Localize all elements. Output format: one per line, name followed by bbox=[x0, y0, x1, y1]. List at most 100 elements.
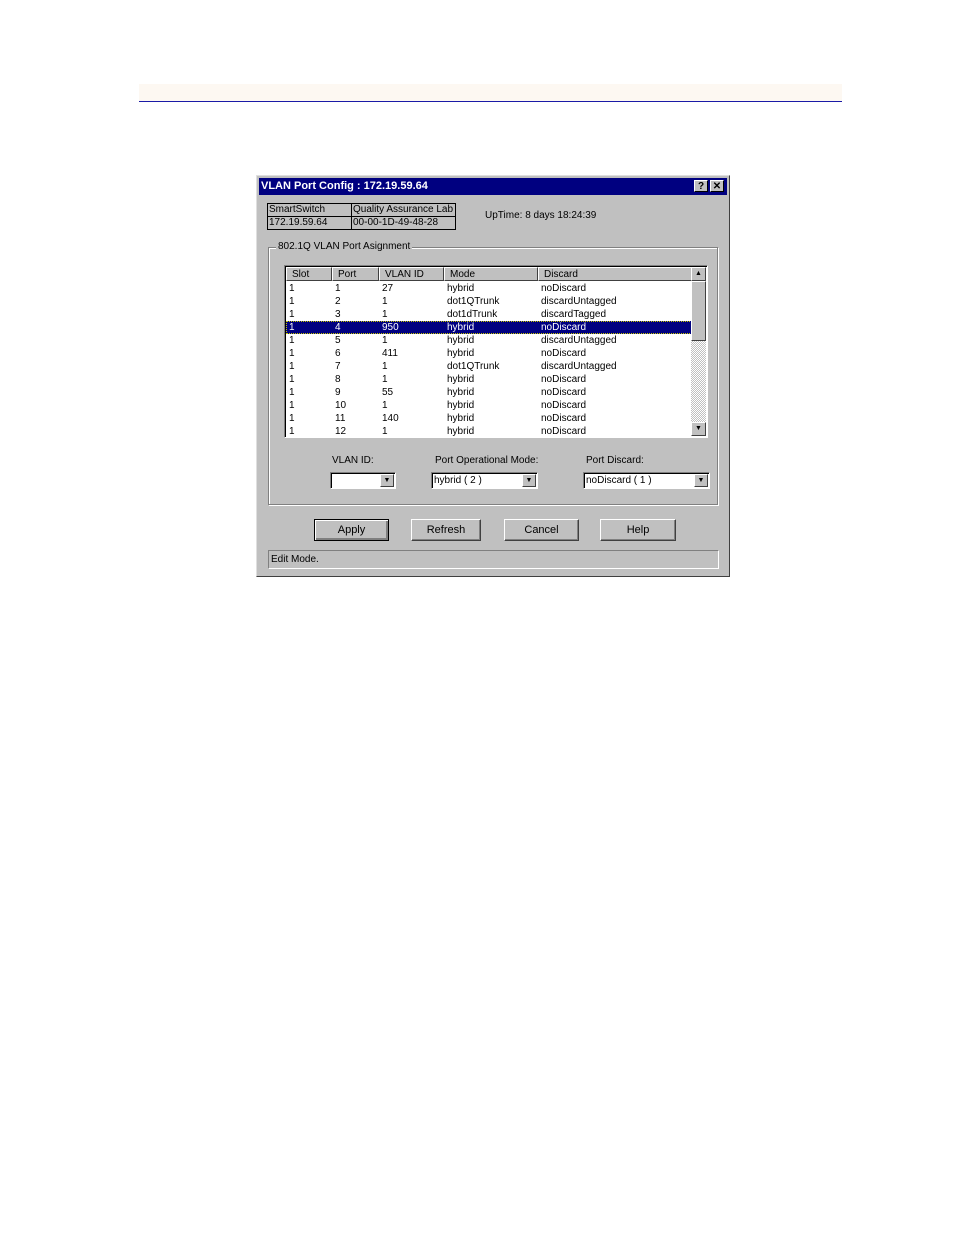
cell-slot: 1 bbox=[289, 400, 295, 411]
cell-discard: noDiscard bbox=[541, 374, 587, 385]
cell-discard: discardUntagged bbox=[541, 335, 617, 346]
arrow-down-icon: ▼ bbox=[695, 425, 702, 432]
cell-discard: discardUntagged bbox=[541, 361, 617, 372]
cell-slot: 1 bbox=[289, 283, 295, 294]
vlan-port-assignment-group: 802.1Q VLAN Port Asignment Slot Port VLA… bbox=[268, 241, 718, 505]
table-row[interactable]: 1 4 950 hybrid noDiscard bbox=[286, 321, 692, 334]
cell-mode: hybrid bbox=[447, 374, 475, 385]
cell-port: 10 bbox=[335, 400, 347, 411]
port-discard-dropdown-button[interactable]: ▼ bbox=[694, 474, 708, 487]
cell-discard: noDiscard bbox=[541, 387, 587, 398]
cell-vlan-id: 55 bbox=[382, 387, 394, 398]
table-row[interactable]: 1 9 55 hybrid noDiscard bbox=[286, 386, 692, 399]
cell-slot: 1 bbox=[289, 296, 295, 307]
cell-mode: hybrid bbox=[447, 387, 475, 398]
table-row[interactable]: 1 5 1 hybrid discardUntagged bbox=[286, 334, 692, 347]
cell-vlan-id: 1 bbox=[382, 296, 388, 307]
help-button[interactable]: Help bbox=[600, 519, 676, 541]
cell-slot: 1 bbox=[289, 413, 295, 424]
device-location: Quality Assurance Lab bbox=[351, 203, 456, 217]
vertical-scrollbar[interactable]: ▲ ▼ bbox=[691, 267, 706, 436]
cell-vlan-id: 1 bbox=[382, 426, 388, 437]
cell-port: 2 bbox=[335, 296, 341, 307]
cell-discard: noDiscard bbox=[541, 413, 587, 424]
uptime-label: UpTime: 8 days 18:24:39 bbox=[485, 210, 597, 221]
apply-button[interactable]: Apply bbox=[314, 519, 389, 541]
cell-mode: hybrid bbox=[447, 335, 475, 346]
cell-vlan-id: 1 bbox=[382, 335, 388, 346]
cancel-button[interactable]: Cancel bbox=[504, 519, 579, 541]
vlan-id-dropdown-button[interactable]: ▼ bbox=[380, 474, 394, 487]
column-header-vlan-id[interactable]: VLAN ID bbox=[379, 267, 444, 281]
cell-slot: 1 bbox=[289, 361, 295, 372]
scroll-up-button[interactable]: ▲ bbox=[691, 267, 706, 281]
vlan-id-combo[interactable]: ▼ bbox=[330, 472, 396, 489]
page-header-band bbox=[139, 84, 842, 102]
cell-discard: noDiscard bbox=[541, 348, 587, 359]
help-title-button[interactable]: ? bbox=[694, 180, 708, 192]
cell-port: 5 bbox=[335, 335, 341, 346]
cell-discard: noDiscard bbox=[541, 322, 587, 333]
table-row[interactable]: 1 6 411 hybrid noDiscard bbox=[286, 347, 692, 360]
cell-discard: discardTagged bbox=[541, 309, 607, 320]
question-icon: ? bbox=[697, 181, 705, 192]
port-mode-dropdown-button[interactable]: ▼ bbox=[522, 474, 536, 487]
cell-mode: hybrid bbox=[447, 283, 475, 294]
table-row[interactable]: 1 11 140 hybrid noDiscard bbox=[286, 412, 692, 425]
close-button[interactable]: ✕ bbox=[710, 180, 724, 192]
cell-port: 3 bbox=[335, 309, 341, 320]
cell-mode: dot1QTrunk bbox=[447, 296, 500, 307]
cell-vlan-id: 1 bbox=[382, 361, 388, 372]
port-mode-value: hybrid ( 2 ) bbox=[434, 475, 482, 486]
device-mac: 00-00-1D-49-48-28 bbox=[351, 216, 456, 230]
status-bar: Edit Mode. bbox=[268, 550, 719, 569]
cell-discard: noDiscard bbox=[541, 426, 587, 437]
chevron-down-icon: ▼ bbox=[383, 477, 391, 484]
column-header-discard[interactable]: Discard bbox=[538, 267, 692, 281]
vlan-port-config-dialog: VLAN Port Config : 172.19.59.64 ? ✕ Smar… bbox=[256, 175, 730, 577]
refresh-button[interactable]: Refresh bbox=[411, 519, 481, 541]
scroll-thumb[interactable] bbox=[691, 281, 706, 341]
column-header-slot[interactable]: Slot bbox=[286, 267, 332, 281]
table-row[interactable]: 1 7 1 dot1QTrunk discardUntagged bbox=[286, 360, 692, 373]
close-icon: ✕ bbox=[712, 181, 722, 192]
vlan-id-label: VLAN ID: bbox=[332, 455, 374, 466]
column-header-port[interactable]: Port bbox=[332, 267, 379, 281]
column-header-mode[interactable]: Mode bbox=[444, 267, 538, 281]
port-mode-combo[interactable]: hybrid ( 2 ) ▼ bbox=[431, 472, 538, 489]
cell-mode: hybrid bbox=[447, 400, 475, 411]
table-row[interactable]: 1 10 1 hybrid noDiscard bbox=[286, 399, 692, 412]
port-mode-label: Port Operational Mode: bbox=[435, 455, 539, 466]
device-name: SmartSwitch bbox=[267, 203, 352, 217]
title-bar[interactable]: VLAN Port Config : 172.19.59.64 ? ✕ bbox=[259, 178, 727, 195]
cell-mode: dot1QTrunk bbox=[447, 361, 500, 372]
cell-slot: 1 bbox=[289, 387, 295, 398]
cell-port: 8 bbox=[335, 374, 341, 385]
table-row[interactable]: 1 8 1 hybrid noDiscard bbox=[286, 373, 692, 386]
device-ip: 172.19.59.64 bbox=[267, 216, 352, 230]
table-row[interactable]: 1 3 1 dot1dTrunk discardTagged bbox=[286, 308, 692, 321]
cell-discard: discardUntagged bbox=[541, 296, 617, 307]
chevron-down-icon: ▼ bbox=[697, 477, 705, 484]
cell-vlan-id: 27 bbox=[382, 283, 394, 294]
cell-port: 9 bbox=[335, 387, 341, 398]
port-discard-combo[interactable]: noDiscard ( 1 ) ▼ bbox=[583, 472, 710, 489]
cell-vlan-id: 411 bbox=[382, 348, 398, 359]
list-rows: 1 1 27 hybrid noDiscard 1 2 1 dot1QTrunk discardU… bbox=[286, 282, 692, 437]
port-list[interactable]: Slot Port VLAN ID Mode Discard 1 1 27 hybri… bbox=[284, 265, 708, 438]
cell-discard: noDiscard bbox=[541, 400, 587, 411]
cell-port: 1 bbox=[335, 283, 341, 294]
cell-port: 12 bbox=[335, 426, 347, 437]
cell-vlan-id: 950 bbox=[382, 322, 399, 333]
chevron-down-icon: ▼ bbox=[525, 477, 533, 484]
scroll-down-button[interactable]: ▼ bbox=[691, 422, 706, 436]
cell-vlan-id: 140 bbox=[382, 413, 399, 424]
cell-slot: 1 bbox=[289, 348, 295, 359]
cell-port: 6 bbox=[335, 348, 341, 359]
cell-mode: hybrid bbox=[447, 348, 475, 359]
cell-slot: 1 bbox=[289, 309, 295, 320]
table-row[interactable]: 1 12 1 hybrid noDiscard bbox=[286, 425, 692, 437]
table-row[interactable]: 1 1 27 hybrid noDiscard bbox=[286, 282, 692, 295]
table-row[interactable]: 1 2 1 dot1QTrunk discardUntagged bbox=[286, 295, 692, 308]
arrow-up-icon: ▲ bbox=[695, 270, 702, 277]
